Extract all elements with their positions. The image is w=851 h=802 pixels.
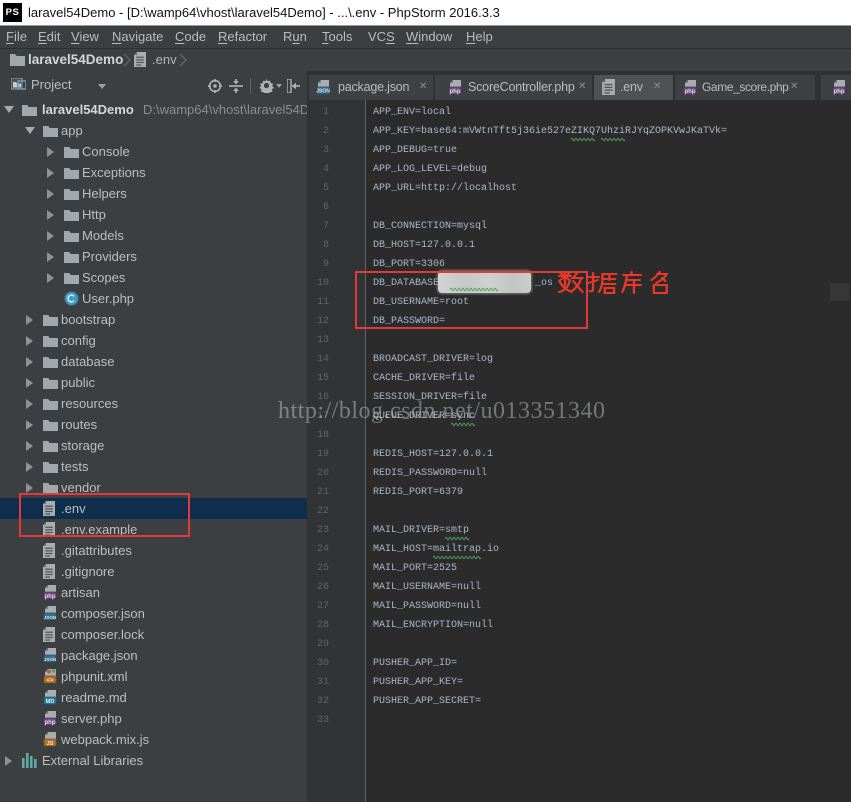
- svg-text:MD: MD: [46, 699, 55, 705]
- svg-text:php: php: [450, 89, 461, 95]
- svg-text:php: php: [685, 89, 696, 95]
- svg-text:JS: JS: [47, 741, 54, 747]
- svg-text:php: php: [45, 720, 56, 726]
- svg-text:JSON: JSON: [44, 615, 57, 620]
- svg-text:JSON: JSON: [316, 89, 330, 95]
- svg-text:php: php: [834, 89, 845, 95]
- svg-text:php: php: [45, 594, 56, 600]
- svg-text:JSON: JSON: [44, 657, 57, 662]
- svg-text:<>: <>: [46, 678, 54, 684]
